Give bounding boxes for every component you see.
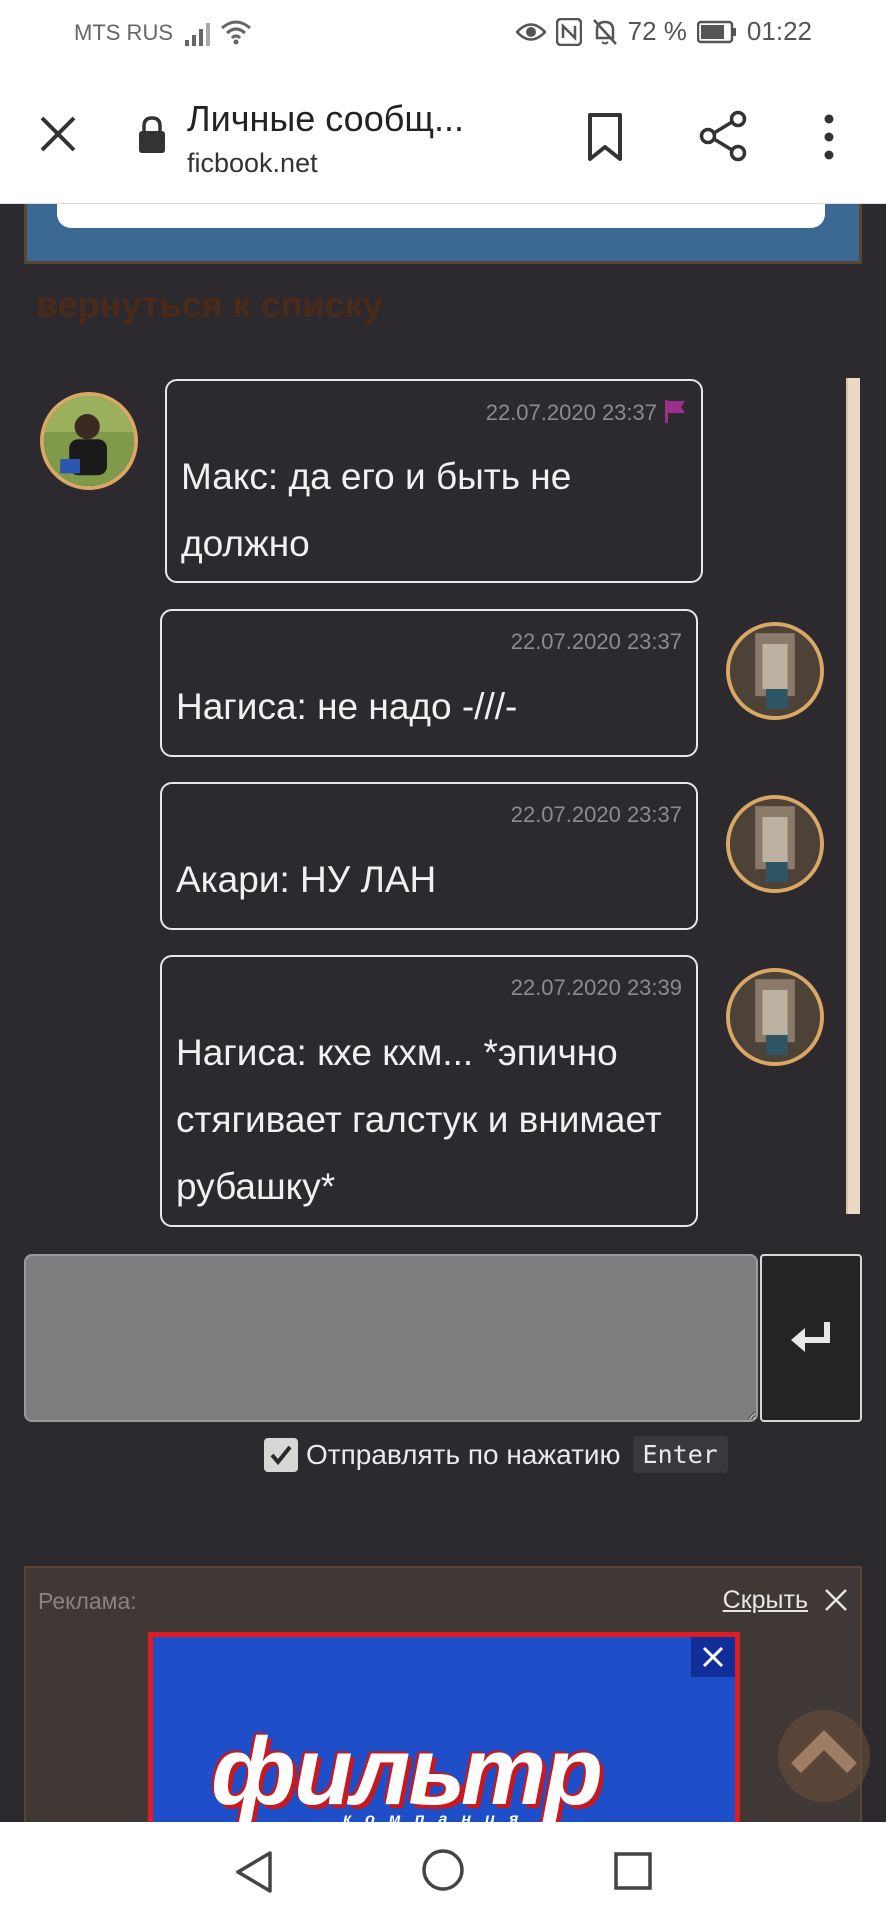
message-bubble: 22.07.2020 23:37 Акари: НУ ЛАН [160, 782, 698, 930]
ad-banner[interactable]: фильтр компания [148, 1632, 740, 1825]
ad-hide-link[interactable]: Скрыть [723, 1586, 808, 1615]
message-timestamp: 22.07.2020 23:39 [510, 975, 682, 1000]
status-bar: MTS RUS 72 % 01:22 [0, 0, 886, 68]
message-timestamp: 22.07.2020 23:37 [510, 802, 682, 827]
send-on-enter-option[interactable]: Отправлять по нажатию Enter [264, 1436, 728, 1473]
ad-logo: фильтр [211, 1718, 603, 1825]
chevron-up-icon [791, 1730, 857, 1773]
page-url[interactable]: ficbook.net [187, 148, 318, 179]
wifi-icon [221, 20, 251, 45]
battery-percent: 72 % [627, 16, 687, 46]
signal-icon [185, 23, 210, 46]
home-icon[interactable] [421, 1848, 465, 1892]
message-text: Акари: НУ ЛАН [176, 859, 437, 900]
message-text: Нагиса: кхе кхм... *эпично стягивает гал… [176, 1032, 662, 1207]
header-card [24, 204, 862, 264]
check-icon [270, 1445, 292, 1465]
eye-icon [515, 22, 546, 41]
carrier-name: MTS RUS [74, 20, 173, 45]
avatar[interactable] [726, 968, 824, 1066]
lock-icon[interactable] [137, 116, 167, 154]
scroll-to-top-button[interactable] [778, 1710, 870, 1802]
avatar[interactable] [726, 622, 824, 720]
ad-block: Реклама: Скрыть фильтр компания [24, 1566, 862, 1826]
message-text: Нагиса: не надо -///- [176, 686, 518, 727]
back-icon[interactable] [234, 1850, 274, 1894]
enter-arrow-icon [791, 1322, 830, 1352]
header-card-inner [57, 204, 825, 228]
mute-bell-icon [592, 18, 617, 45]
ad-banner-close-button[interactable] [691, 1637, 735, 1677]
close-icon [702, 1646, 724, 1668]
message-timestamp: 22.07.2020 23:37 [510, 629, 682, 654]
message-bubble: 22.07.2020 23:37 Нагиса: не надо -///- [160, 609, 698, 757]
message-bubble: 22.07.2020 23:39 Нагиса: кхе кхм... *эпи… [160, 955, 698, 1227]
clock: 01:22 [746, 16, 812, 46]
avatar[interactable] [726, 795, 824, 893]
ad-label: Реклама: [38, 1588, 137, 1614]
nfc-icon [555, 17, 582, 46]
status-right: 72 % 01:22 [515, 16, 812, 47]
send-button[interactable] [760, 1254, 862, 1422]
report-flag-icon[interactable] [663, 399, 687, 423]
page-title: Личные сообщ... [187, 98, 464, 139]
recent-apps-icon[interactable] [614, 1852, 652, 1890]
send-on-enter-label: Отправлять по нажатию [306, 1438, 621, 1470]
message-input[interactable] [24, 1254, 758, 1422]
enter-key-badge: Enter [632, 1436, 728, 1473]
close-icon[interactable] [36, 112, 80, 156]
message-text: Макс: да его и быть не должно [181, 456, 572, 564]
back-to-list-link[interactable]: вернуться к списку [36, 284, 383, 326]
battery-icon [696, 20, 736, 43]
browser-toolbar: Личные сообщ... ficbook.net [0, 68, 886, 204]
more-vert-icon[interactable] [816, 112, 842, 162]
chat-scrollbar[interactable] [846, 378, 860, 1214]
share-icon[interactable] [698, 110, 748, 162]
bookmark-icon[interactable] [586, 112, 624, 162]
avatar[interactable] [40, 392, 138, 490]
close-icon[interactable] [824, 1588, 848, 1612]
send-on-enter-checkbox[interactable] [264, 1437, 298, 1472]
message-timestamp: 22.07.2020 23:37 [486, 399, 687, 426]
message-bubble: 22.07.2020 23:37 Макс: да его и быть не … [165, 379, 703, 583]
system-nav-bar [0, 1822, 886, 1920]
